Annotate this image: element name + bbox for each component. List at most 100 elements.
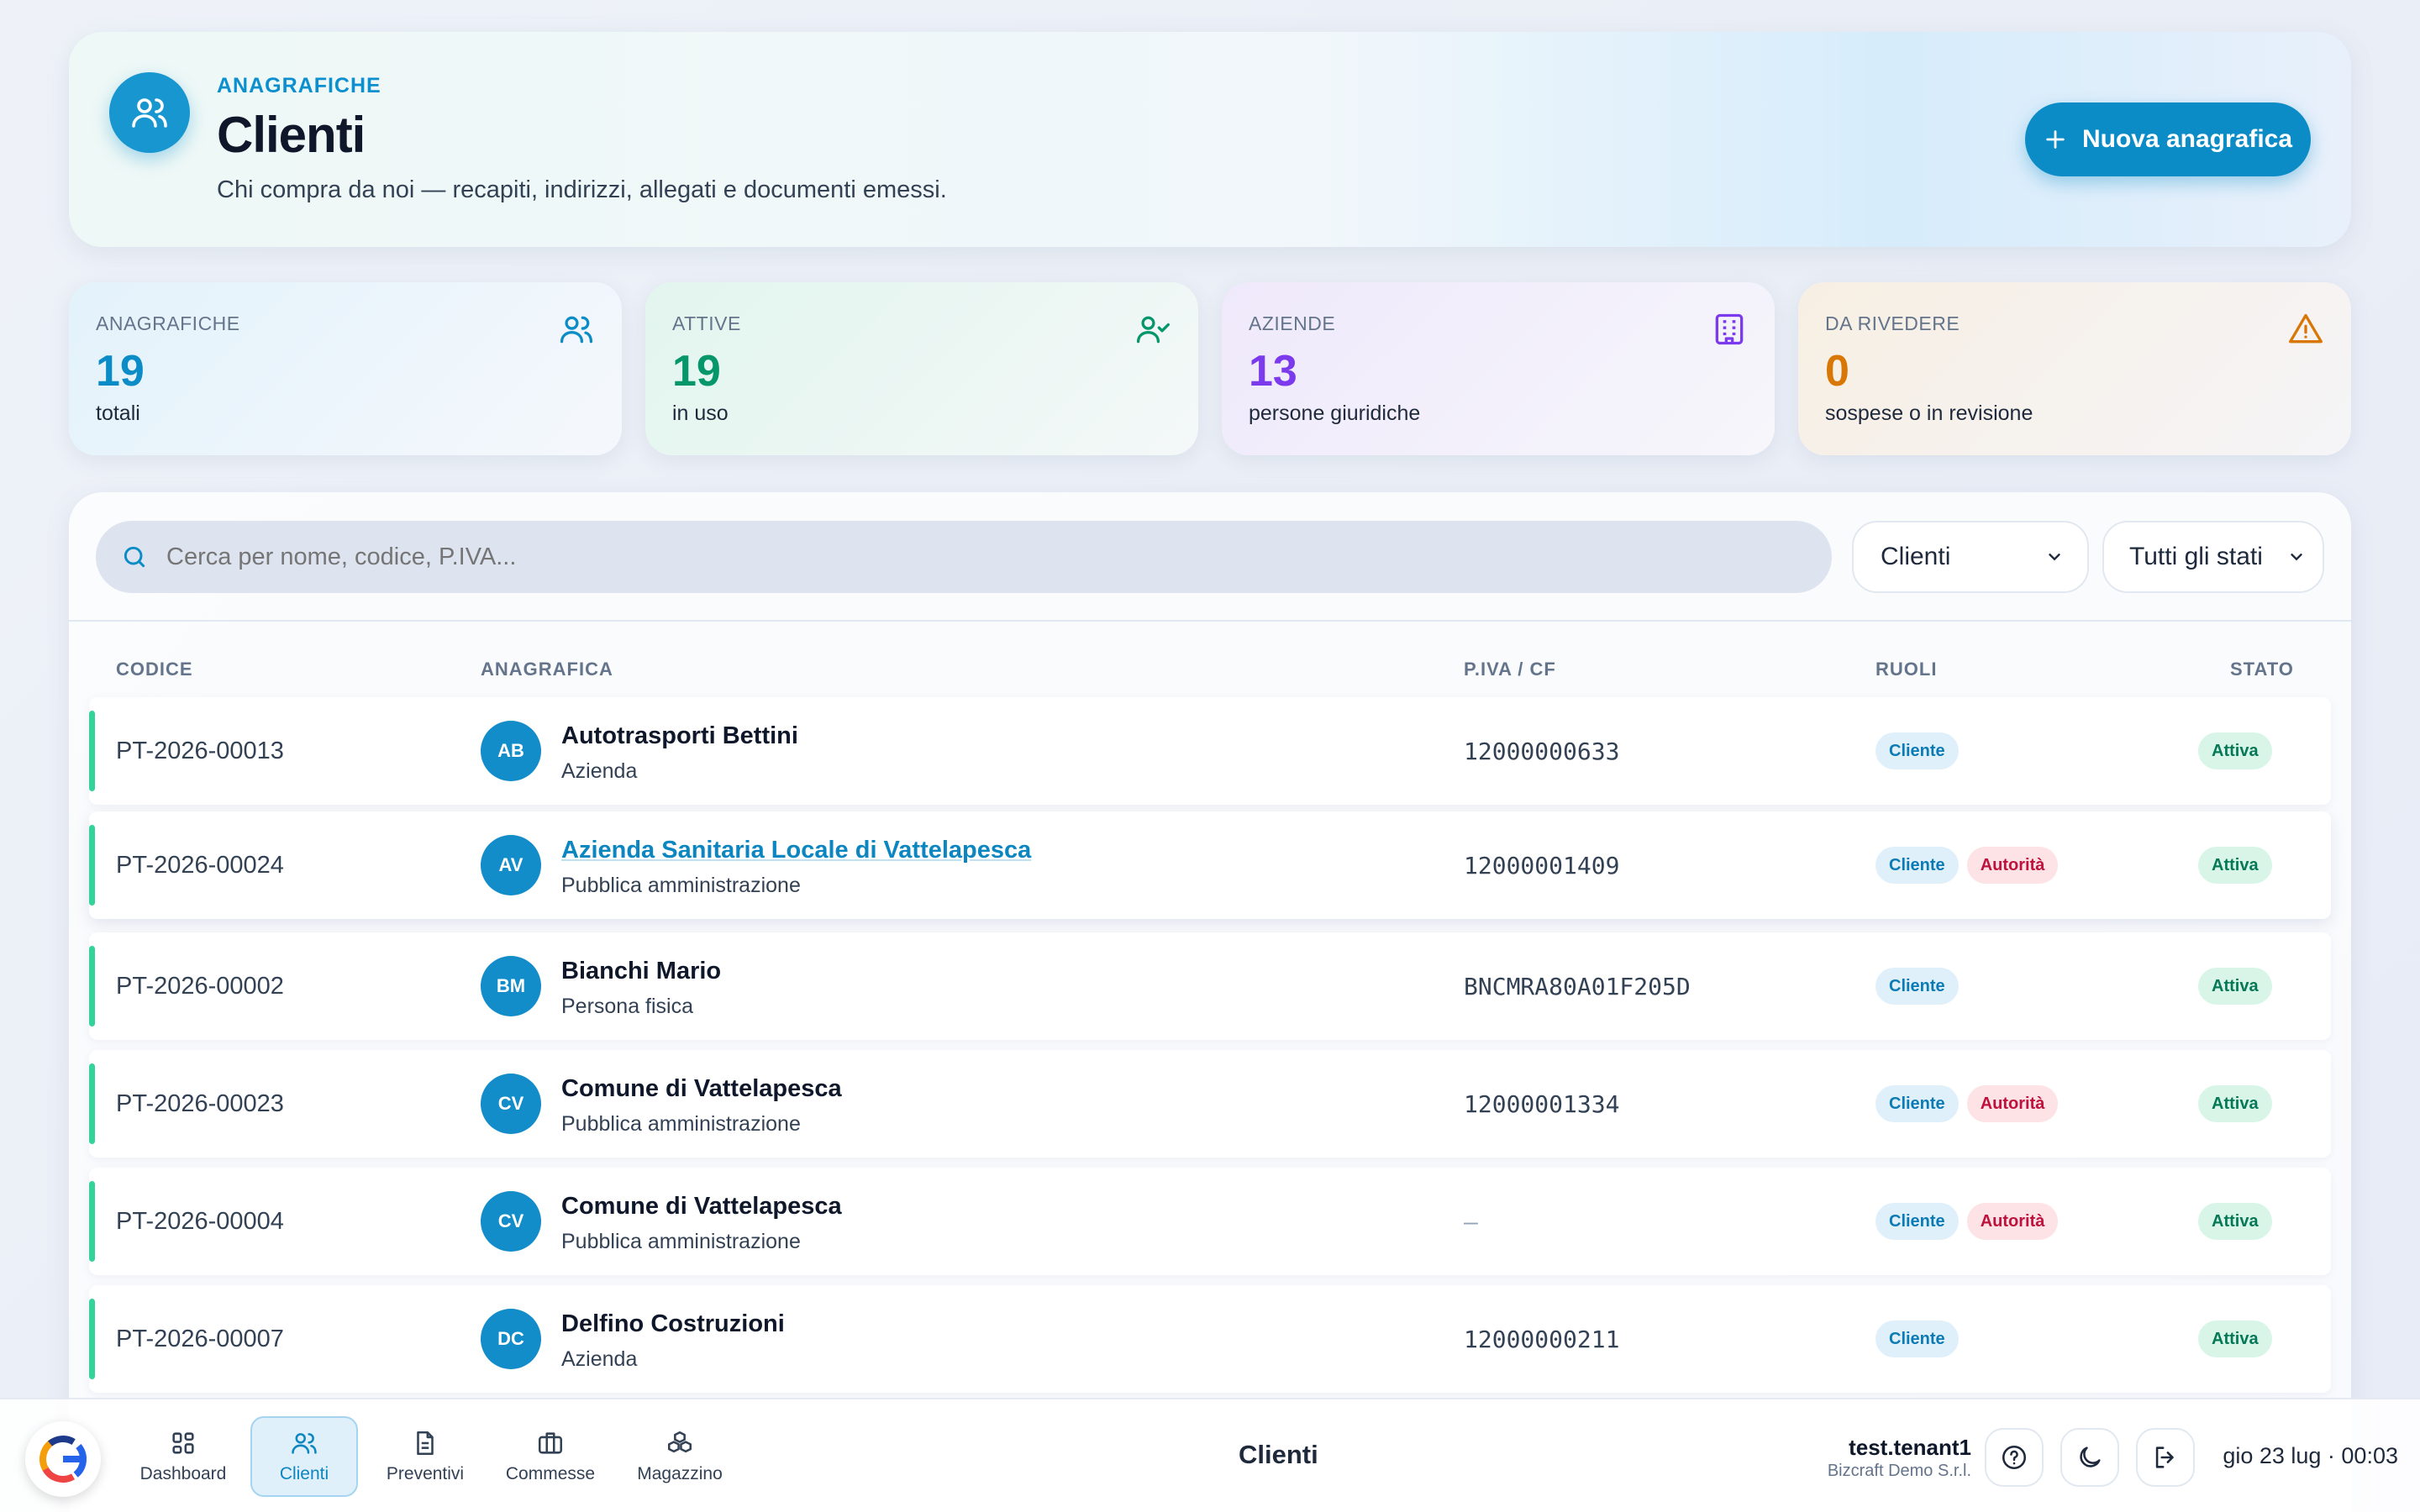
plus-icon (2046, 130, 2065, 149)
row-type: Azienda (561, 759, 638, 783)
status-select[interactable]: Tutti gli stati (2102, 521, 2324, 593)
nav-preventivi[interactable]: Preventivi (373, 1416, 477, 1497)
current-page-label: Clienti (1239, 1440, 1318, 1469)
stat-label: DA RIVEDERE (1825, 312, 1960, 334)
header-vat[interactable]: P.IVA / CF (1464, 659, 1556, 680)
search-input[interactable] (166, 543, 1763, 571)
role-badge: Cliente (1876, 1320, 1959, 1357)
users-icon (560, 316, 593, 344)
divider (69, 620, 2351, 622)
new-entity-label: Nuova anagrafica (2081, 125, 2293, 153)
avatar: DC (481, 1309, 541, 1369)
theme-toggle-button[interactable] (2060, 1428, 2119, 1487)
stat-value: 0 (1825, 347, 1849, 396)
nav-commesse[interactable]: Commesse (496, 1416, 605, 1497)
stat-desc: totali (96, 402, 140, 425)
type-select[interactable]: Clienti (1852, 521, 2089, 593)
stat-label: ANAGRAFICHE (96, 312, 240, 334)
row-type: Pubblica amministrazione (561, 1230, 801, 1253)
row-name[interactable]: Bianchi Mario (561, 958, 721, 985)
nav-label: Clienti (279, 1464, 329, 1483)
user-name: test.tenant1 (1849, 1435, 1971, 1460)
row-type: Persona fisica (561, 995, 694, 1018)
stat-label: ATTIVE (672, 312, 741, 334)
stat-card-companies: AZIENDE 13 persone giuridiche (1222, 282, 1775, 455)
row-name[interactable]: Autotrasporti Bettini (561, 722, 798, 750)
table-row[interactable]: PT-2026-00004 CV Comune di Vattelapesca … (89, 1168, 2331, 1275)
status-indicator (89, 946, 95, 1026)
role-badge: Autorità (1966, 1085, 2059, 1122)
row-vat: 12000000633 (1464, 738, 1620, 765)
status-indicator (89, 825, 95, 906)
row-status: Attiva (2198, 847, 2272, 884)
search-bar[interactable] (96, 521, 1832, 593)
stat-desc: in uso (672, 402, 729, 425)
nav-clienti[interactable]: Clienti (250, 1416, 358, 1497)
role-badge: Cliente (1876, 732, 1959, 769)
nav-magazzino[interactable]: Magazzino (625, 1416, 734, 1497)
row-roles: Cliente Autorità (1876, 1085, 2059, 1122)
row-vat: 12000001409 (1464, 852, 1620, 879)
app-logo[interactable] (25, 1421, 101, 1497)
status-badge: Attiva (2198, 1085, 2272, 1122)
row-roles: Cliente (1876, 1320, 1959, 1357)
search-icon (124, 546, 145, 568)
table-row[interactable]: PT-2026-00002 BM Bianchi Mario Persona f… (89, 932, 2331, 1040)
stat-desc: sospese o in revisione (1825, 402, 2033, 425)
logout-icon (2155, 1446, 2174, 1468)
row-type: Pubblica amministrazione (561, 874, 801, 897)
document-icon (417, 1431, 434, 1456)
nav-label: Preventivi (386, 1464, 465, 1483)
new-entity-button[interactable]: Nuova anagrafica (2025, 102, 2311, 176)
row-name[interactable]: Delfino Costruzioni (561, 1310, 785, 1338)
avatar: CV (481, 1074, 541, 1134)
status-indicator (89, 711, 95, 791)
page-title: Clienti (217, 107, 366, 163)
status-badge: Attiva (2198, 732, 2272, 769)
bottom-dock: Dashboard Clienti Preventivi Commesse Ma… (0, 1398, 2420, 1512)
row-roles: Cliente Autorità (1876, 847, 2059, 884)
row-name[interactable]: Azienda Sanitaria Locale di Vattelapesca (561, 837, 1031, 864)
table-row[interactable]: PT-2026-00024 AV Azienda Sanitaria Local… (89, 811, 2331, 919)
header-roles[interactable]: RUOLI (1876, 659, 1937, 680)
stat-label: AZIENDE (1249, 312, 1336, 334)
help-icon (2002, 1445, 2027, 1470)
status-badge: Attiva (2198, 1320, 2272, 1357)
row-name[interactable]: Comune di Vattelapesca (561, 1075, 842, 1103)
nav-label: Commesse (505, 1464, 596, 1483)
page-subtitle: Chi compra da noi — recapiti, indirizzi,… (217, 176, 947, 203)
header-code[interactable]: CODICE (116, 659, 193, 680)
row-code: PT-2026-00024 (116, 852, 284, 879)
row-roles: Cliente (1876, 732, 1959, 769)
row-status: Attiva (2198, 968, 2272, 1005)
avatar: BM (481, 956, 541, 1016)
stat-card-active: ATTIVE 19 in uso (645, 282, 1198, 455)
boxes-icon (667, 1431, 692, 1453)
header-entity[interactable]: ANAGRAFICA (481, 659, 613, 680)
status-indicator (89, 1299, 95, 1379)
help-button[interactable] (1985, 1428, 2044, 1487)
row-code: PT-2026-00007 (116, 1326, 284, 1352)
status-badge: Attiva (2198, 968, 2272, 1005)
building-icon (1715, 313, 1744, 345)
role-badge: Cliente (1876, 847, 1959, 884)
avatar: AV (481, 835, 541, 895)
row-status: Attiva (2198, 1085, 2272, 1122)
role-badge: Autorità (1966, 847, 2059, 884)
row-code: PT-2026-00002 (116, 973, 284, 1000)
row-type: Pubblica amministrazione (561, 1112, 801, 1136)
nav-dashboard[interactable]: Dashboard (131, 1416, 235, 1497)
users-icon (292, 1433, 317, 1454)
logout-button[interactable] (2136, 1428, 2195, 1487)
avatar: CV (481, 1191, 541, 1252)
header-status[interactable]: STATO (2230, 659, 2294, 680)
table-row[interactable]: PT-2026-00007 DC Delfino Costruzioni Azi… (89, 1285, 2331, 1393)
stat-card-total: ANAGRAFICHE 19 totali (69, 282, 622, 455)
nav-label: Magazzino (637, 1464, 723, 1483)
table-row[interactable]: PT-2026-00013 AB Autotrasporti Bettini A… (89, 697, 2331, 805)
stat-desc: persone giuridiche (1249, 402, 1421, 425)
row-vat: BNCMRA80A01F205D (1464, 973, 1691, 1000)
row-status: Attiva (2198, 1320, 2272, 1357)
table-row[interactable]: PT-2026-00023 CV Comune di Vattelapesca … (89, 1050, 2331, 1158)
row-name[interactable]: Comune di Vattelapesca (561, 1193, 842, 1221)
